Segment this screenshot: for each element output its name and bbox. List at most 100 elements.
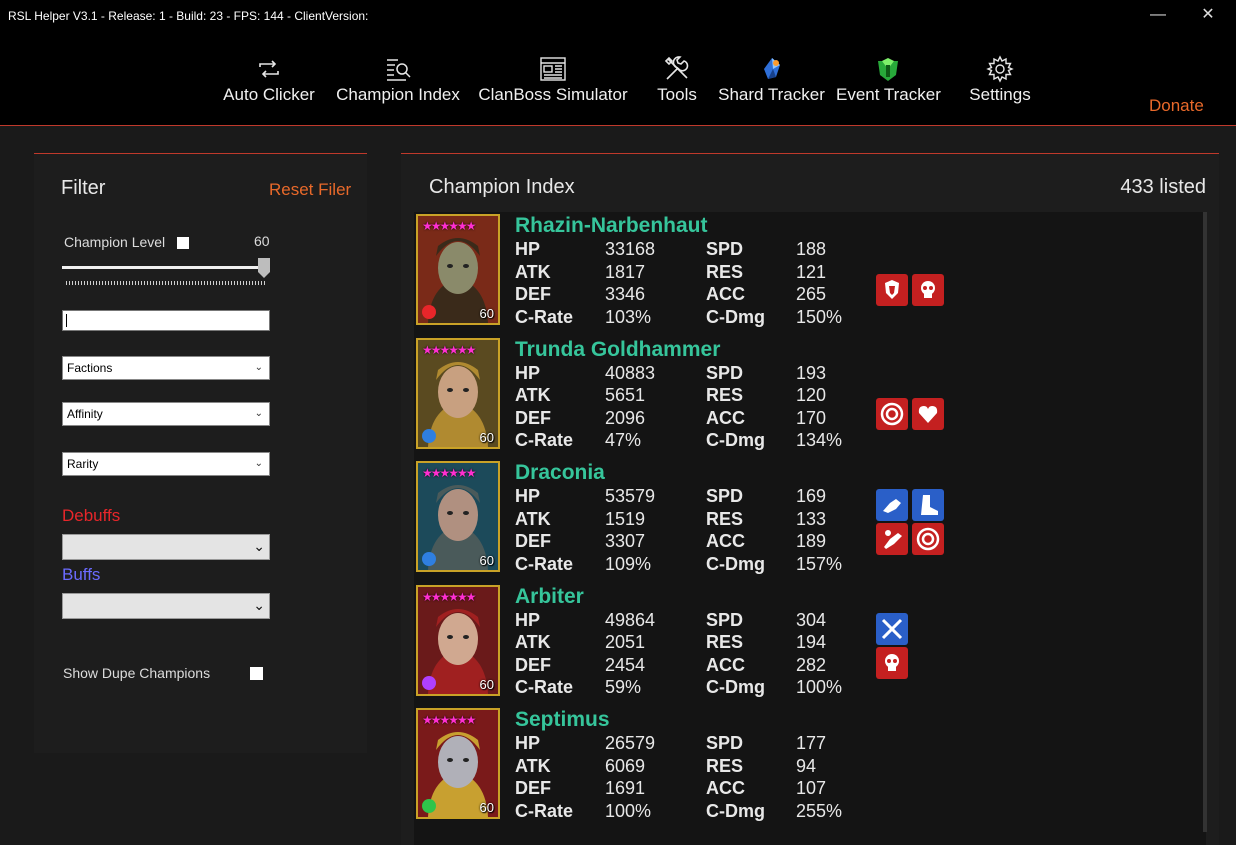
nav-clanboss-simulator[interactable]: ClanBoss Simulator — [477, 55, 629, 105]
close-button[interactable]: ✕ — [1195, 4, 1221, 26]
search-input[interactable] — [62, 310, 270, 331]
list-search-icon — [387, 59, 411, 81]
skull-icon — [876, 646, 908, 679]
champion-row[interactable]: ★★★★★★ 60 Draconia HP 53579 ATK 1519 DEF 3307… — [414, 459, 1204, 581]
champion-level: 60 — [479, 553, 494, 568]
level-slider-track[interactable] — [62, 266, 267, 269]
champion-index-title: Champion Index — [429, 176, 575, 198]
stat-value-def: 2454 — [605, 654, 646, 675]
factions-value: Factions — [67, 361, 113, 375]
champion-level-row: Champion Level — [64, 234, 190, 250]
stat-label-acc: ACC — [706, 407, 745, 428]
stat-value-def: 3307 — [605, 531, 646, 552]
level-slider-ticks — [66, 281, 266, 285]
stat-label-cdmg: C-Dmg — [706, 553, 765, 574]
stat-value-hp: 53579 — [605, 486, 656, 506]
stat-value-crate: 103% — [605, 306, 652, 327]
stat-label-hp: HP — [515, 609, 541, 630]
stat-value-cdmg: 150% — [796, 306, 843, 327]
champion-panel: Champion Index 433 listed ★★★★★★ 60 Rhaz… — [401, 153, 1219, 845]
newspaper-icon — [540, 57, 566, 81]
champion-portrait[interactable]: ★★★★★★ 60 — [416, 708, 500, 819]
debuffs-select[interactable]: ⌄ — [62, 534, 270, 560]
scrollbar[interactable] — [1203, 212, 1207, 832]
donate-link[interactable]: Donate — [1149, 96, 1204, 116]
factions-dropdown[interactable]: Factions ⌄ — [62, 356, 270, 380]
champion-portrait[interactable]: ★★★★★★ 60 — [416, 337, 500, 449]
stat-value-hp: 33168 — [605, 239, 656, 259]
nav-auto-clicker[interactable]: Auto Clicker — [222, 55, 316, 105]
level-slider-thumb[interactable] — [258, 258, 270, 278]
stat-label-hp: HP — [515, 362, 541, 383]
chevron-down-icon: ⌄ — [254, 408, 263, 419]
champion-row[interactable]: ★★★★★★ 60 Rhazin-Narbenhaut HP 33168 ATK 18… — [414, 212, 1204, 334]
nav-label: Auto Clicker — [223, 85, 315, 104]
champion-portrait[interactable]: ★★★★★★ 60 — [416, 584, 500, 696]
window-title: RSL Helper V3.1 - Release: 1 - Build: 23… — [8, 9, 369, 23]
stat-value-spd: 193 — [796, 362, 827, 383]
stat-value-acc: 282 — [796, 654, 827, 675]
stat-label-atk: ATK — [515, 755, 551, 776]
stat-label-res: RES — [706, 385, 744, 406]
rank-stars: ★★★★★★ — [422, 713, 477, 727]
rank-stars: ★★★★★★ — [422, 342, 477, 357]
stat-label-cdmg: C-Dmg — [706, 800, 765, 821]
stat-value-atk: 1519 — [605, 508, 646, 529]
stat-label-cdmg: C-Dmg — [706, 677, 765, 698]
stat-value-acc: 170 — [796, 407, 827, 428]
champion-row[interactable]: ★★★★★★ 60 Septimus HP 26579 ATK 6069 DEF 1691… — [414, 706, 1204, 828]
nav-event-tracker[interactable]: Event Tracker — [836, 55, 941, 105]
skull-icon — [912, 274, 944, 306]
show-dupes-checkbox[interactable] — [250, 667, 263, 680]
stat-value-atk: 6069 — [605, 755, 646, 776]
stat-label-atk: ATK — [515, 261, 551, 282]
buffs-select[interactable]: ⌄ — [62, 593, 270, 619]
champion-level-checkbox[interactable] — [177, 237, 190, 250]
stat-value-cdmg: 100% — [796, 677, 843, 698]
stat-value-crate: 109% — [605, 553, 652, 574]
champion-name: Arbiter — [515, 584, 584, 608]
stat-value-cdmg: 157% — [796, 553, 843, 574]
nav-tools[interactable]: Tools — [652, 55, 702, 105]
stat-label-res: RES — [706, 632, 744, 653]
rarity-dropdown[interactable]: Rarity ⌄ — [62, 452, 270, 476]
shard-icon — [763, 58, 780, 79]
champion-portrait[interactable]: ★★★★★★ 60 — [416, 214, 500, 325]
minimize-button[interactable]: — — [1145, 4, 1171, 26]
stat-value-atk: 5651 — [605, 385, 646, 406]
affinity-dropdown[interactable]: Affinity ⌄ — [62, 402, 270, 426]
tools-icon — [664, 56, 689, 80]
champion-row[interactable]: ★★★★★★ 60 Trunda Goldhammer HP 40883 ATK 56… — [414, 336, 1204, 458]
reset-filter-button[interactable]: Reset Filer — [269, 180, 351, 200]
champion-name: Draconia — [515, 461, 605, 484]
stat-label-res: RES — [706, 755, 744, 776]
kick-icon — [876, 523, 908, 555]
chevron-down-icon: ⌄ — [254, 362, 263, 373]
affinity-icon — [422, 552, 436, 566]
title-bar: RSL Helper V3.1 - Release: 1 - Build: 23… — [0, 0, 1236, 126]
rarity-value: Rarity — [67, 457, 99, 471]
gear-icon — [986, 55, 1014, 83]
champion-list[interactable]: ★★★★★★ 60 Rhazin-Narbenhaut HP 33168 ATK 18… — [414, 212, 1206, 845]
nav-shard-tracker[interactable]: Shard Tracker — [718, 55, 825, 105]
nav-label: Tools — [657, 85, 697, 104]
nav-champion-index[interactable]: Champion Index — [334, 55, 462, 105]
stat-label-acc: ACC — [706, 531, 745, 552]
nav-settings[interactable]: Settings — [968, 55, 1032, 105]
champion-name: Septimus — [515, 708, 610, 731]
stat-value-def: 1691 — [605, 778, 646, 799]
stat-label-atk: ATK — [515, 508, 551, 529]
stat-label-crate: C-Rate — [515, 553, 574, 574]
stat-value-def: 2096 — [605, 407, 646, 428]
stat-value-hp: 26579 — [605, 733, 656, 753]
stat-label-cdmg: C-Dmg — [706, 430, 765, 451]
rank-stars: ★★★★★★ — [422, 466, 477, 480]
affinity-icon — [422, 428, 436, 443]
champion-portrait[interactable]: ★★★★★★ 60 — [416, 461, 500, 572]
champion-row[interactable]: ★★★★★★ 60 Arbiter HP 49864 ATK 2051 DEF 2454 C… — [414, 583, 1204, 705]
stat-value-res: 121 — [796, 261, 827, 282]
stat-value-spd: 177 — [796, 733, 827, 753]
stat-value-acc: 265 — [796, 284, 827, 305]
filter-title: Filter — [61, 177, 106, 199]
stat-label-hp: HP — [515, 239, 541, 259]
